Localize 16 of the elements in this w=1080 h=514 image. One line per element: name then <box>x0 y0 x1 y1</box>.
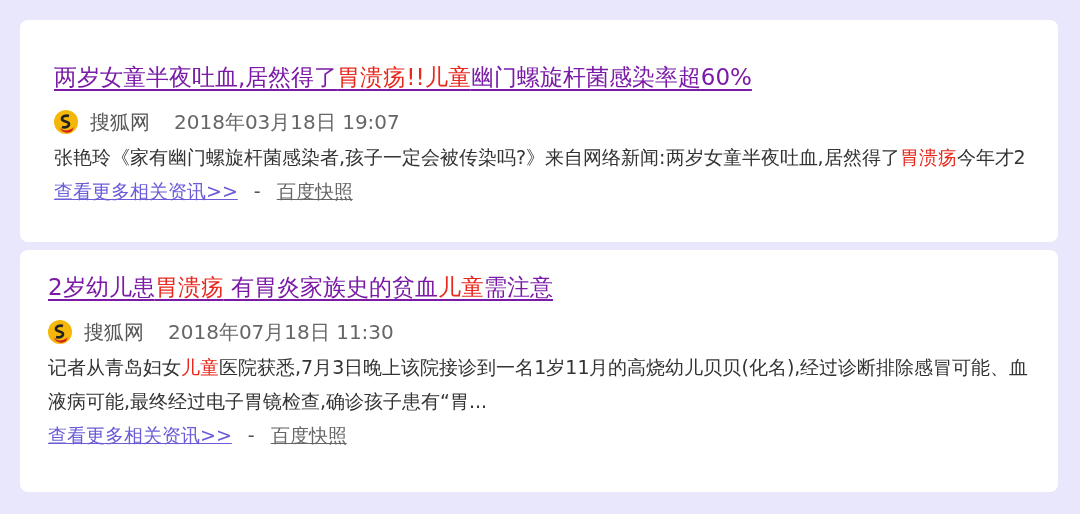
snapshot-link[interactable]: 百度快照 <box>270 424 347 446</box>
source-name: 搜狐网 <box>84 319 144 346</box>
source-name: 搜狐网 <box>90 109 150 136</box>
result-title-link[interactable]: 2岁幼儿患胃溃疡 有胃炎家族史的贫血儿童需注意 <box>48 270 553 304</box>
source-logo-icon <box>54 110 78 134</box>
snippet-text: 张艳玲《家有幽门螺旋杆菌感染者,孩子一定会被传染吗?》来自网络新闻:两岁女童半夜吐血,居然得了 胃溃疡今年才2 查看更多相关资讯>> - 百度快照 <box>54 145 1027 204</box>
snippet-text: 记者从青岛妇女儿童医院获悉,7月3日晚上该院接诊到一名1岁11月的高烧幼儿贝贝(化名),经过诊断排除感冒可能、血液病可能,最终经过电子胃镜检查,确诊孩子患有“胃... <box>48 355 1030 414</box>
result-title-link[interactable]: 两岁女童半夜吐血,居然得了 胃溃疡!!儿童幽门螺旋杆菌感染率超60% <box>54 60 752 94</box>
more-news-link[interactable]: 查看更多相关资讯>> <box>48 424 232 446</box>
separator-text: - <box>253 180 261 202</box>
more-news-link[interactable]: 查看更多相关资讯>> <box>54 180 238 202</box>
separator-text: - <box>247 424 255 446</box>
snapshot-link[interactable]: 百度快照 <box>276 180 353 202</box>
publish-date: 2018年03月18日 19:07 <box>174 109 400 136</box>
source-logo-icon <box>48 320 72 344</box>
publish-date: 2018年07月18日 11:30 <box>168 319 394 346</box>
